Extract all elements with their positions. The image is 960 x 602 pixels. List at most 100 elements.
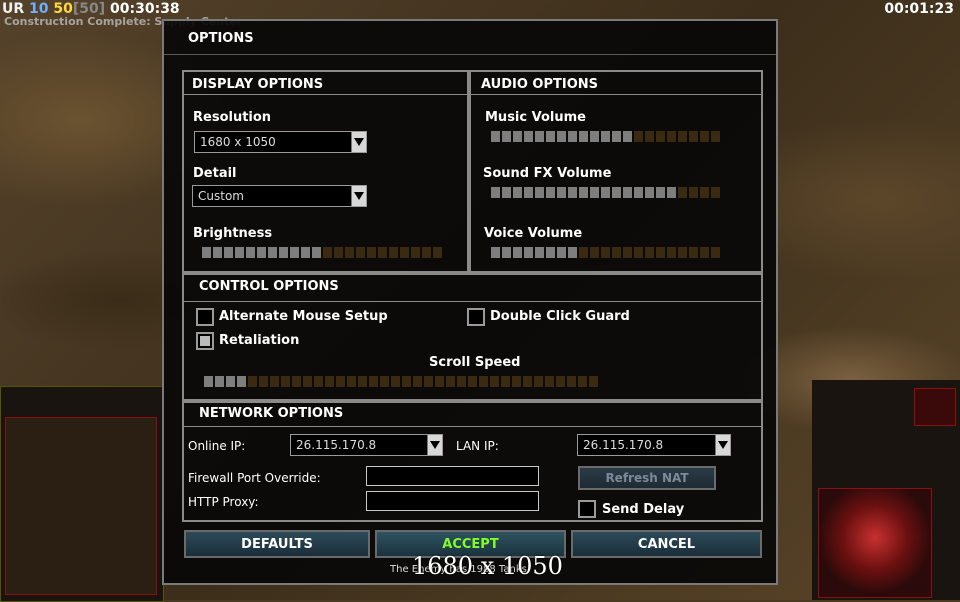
slider-segment[interactable]	[290, 247, 299, 258]
slider-segment[interactable]	[202, 247, 211, 258]
slider-segment[interactable]	[204, 376, 213, 387]
slider-segment[interactable]	[433, 247, 442, 258]
slider-segment[interactable]	[501, 376, 510, 387]
slider-segment[interactable]	[513, 247, 522, 258]
slider-segment[interactable]	[422, 247, 431, 258]
slider-segment[interactable]	[601, 187, 610, 198]
slider-segment[interactable]	[656, 247, 665, 258]
slider-segment[interactable]	[413, 376, 422, 387]
slider-segment[interactable]	[411, 247, 420, 258]
slider-segment[interactable]	[213, 247, 222, 258]
slider-segment[interactable]	[667, 247, 676, 258]
slider-segment[interactable]	[546, 131, 555, 142]
slider-segment[interactable]	[634, 131, 643, 142]
alt-mouse-checkbox[interactable]	[196, 308, 214, 326]
slider-segment[interactable]	[689, 187, 698, 198]
firewall-port-field[interactable]	[366, 466, 539, 486]
slider-segment[interactable]	[292, 376, 301, 387]
slider-segment[interactable]	[568, 247, 577, 258]
retaliation-checkbox[interactable]	[196, 332, 214, 350]
slider-segment[interactable]	[557, 247, 566, 258]
music-volume-slider[interactable]	[491, 131, 720, 142]
slider-segment[interactable]	[380, 376, 389, 387]
slider-segment[interactable]	[224, 247, 233, 258]
defaults-button[interactable]: DEFAULTS	[184, 530, 370, 558]
slider-segment[interactable]	[590, 247, 599, 258]
slider-segment[interactable]	[246, 247, 255, 258]
slider-segment[interactable]	[645, 247, 654, 258]
slider-segment[interactable]	[400, 247, 409, 258]
slider-segment[interactable]	[312, 247, 321, 258]
slider-segment[interactable]	[345, 247, 354, 258]
refresh-nat-button[interactable]: Refresh NAT	[578, 466, 716, 490]
slider-segment[interactable]	[645, 131, 654, 142]
slider-segment[interactable]	[435, 376, 444, 387]
slider-segment[interactable]	[402, 376, 411, 387]
slider-segment[interactable]	[513, 187, 522, 198]
slider-segment[interactable]	[259, 376, 268, 387]
chevron-down-icon[interactable]	[351, 186, 366, 206]
cancel-button[interactable]: CANCEL	[571, 530, 762, 558]
slider-segment[interactable]	[457, 376, 466, 387]
minimap-view[interactable]	[5, 417, 157, 595]
slider-segment[interactable]	[325, 376, 334, 387]
slider-segment[interactable]	[590, 187, 599, 198]
slider-segment[interactable]	[389, 247, 398, 258]
slider-segment[interactable]	[678, 247, 687, 258]
slider-segment[interactable]	[281, 376, 290, 387]
slider-segment[interactable]	[656, 187, 665, 198]
slider-segment[interactable]	[601, 247, 610, 258]
slider-segment[interactable]	[268, 247, 277, 258]
slider-segment[interactable]	[358, 376, 367, 387]
slider-segment[interactable]	[579, 131, 588, 142]
faction-emblem-icon[interactable]	[914, 388, 956, 426]
send-delay-checkbox[interactable]	[578, 500, 596, 518]
slider-segment[interactable]	[524, 247, 533, 258]
slider-segment[interactable]	[279, 247, 288, 258]
chevron-down-icon[interactable]	[715, 435, 730, 455]
slider-segment[interactable]	[700, 131, 709, 142]
slider-segment[interactable]	[535, 131, 544, 142]
slider-segment[interactable]	[667, 187, 676, 198]
slider-segment[interactable]	[347, 376, 356, 387]
slider-segment[interactable]	[612, 187, 621, 198]
slider-segment[interactable]	[226, 376, 235, 387]
slider-segment[interactable]	[378, 247, 387, 258]
slider-segment[interactable]	[612, 247, 621, 258]
slider-segment[interactable]	[689, 131, 698, 142]
slider-segment[interactable]	[711, 131, 720, 142]
slider-segment[interactable]	[645, 187, 654, 198]
slider-segment[interactable]	[248, 376, 257, 387]
minimap[interactable]	[0, 386, 164, 602]
slider-segment[interactable]	[369, 376, 378, 387]
slider-segment[interactable]	[601, 131, 610, 142]
slider-segment[interactable]	[524, 187, 533, 198]
slider-segment[interactable]	[557, 131, 566, 142]
slider-segment[interactable]	[215, 376, 224, 387]
voice-volume-slider[interactable]	[491, 247, 720, 258]
slider-segment[interactable]	[301, 247, 310, 258]
slider-segment[interactable]	[424, 376, 433, 387]
slider-segment[interactable]	[303, 376, 312, 387]
slider-segment[interactable]	[523, 376, 532, 387]
slider-segment[interactable]	[567, 376, 576, 387]
slider-segment[interactable]	[579, 187, 588, 198]
brightness-slider[interactable]	[202, 247, 442, 258]
resolution-select[interactable]: 1680 x 1050	[194, 131, 367, 153]
slider-segment[interactable]	[678, 131, 687, 142]
lan-ip-select[interactable]: 26.115.170.8	[577, 434, 731, 456]
slider-segment[interactable]	[546, 247, 555, 258]
slider-segment[interactable]	[512, 376, 521, 387]
slider-segment[interactable]	[545, 376, 554, 387]
slider-segment[interactable]	[491, 247, 500, 258]
slider-segment[interactable]	[678, 187, 687, 198]
online-ip-select[interactable]: 26.115.170.8	[290, 434, 443, 456]
slider-segment[interactable]	[502, 131, 511, 142]
slider-segment[interactable]	[323, 247, 332, 258]
slider-segment[interactable]	[257, 247, 266, 258]
slider-segment[interactable]	[237, 376, 246, 387]
slider-segment[interactable]	[502, 187, 511, 198]
slider-segment[interactable]	[270, 376, 279, 387]
slider-segment[interactable]	[711, 187, 720, 198]
slider-segment[interactable]	[502, 247, 511, 258]
